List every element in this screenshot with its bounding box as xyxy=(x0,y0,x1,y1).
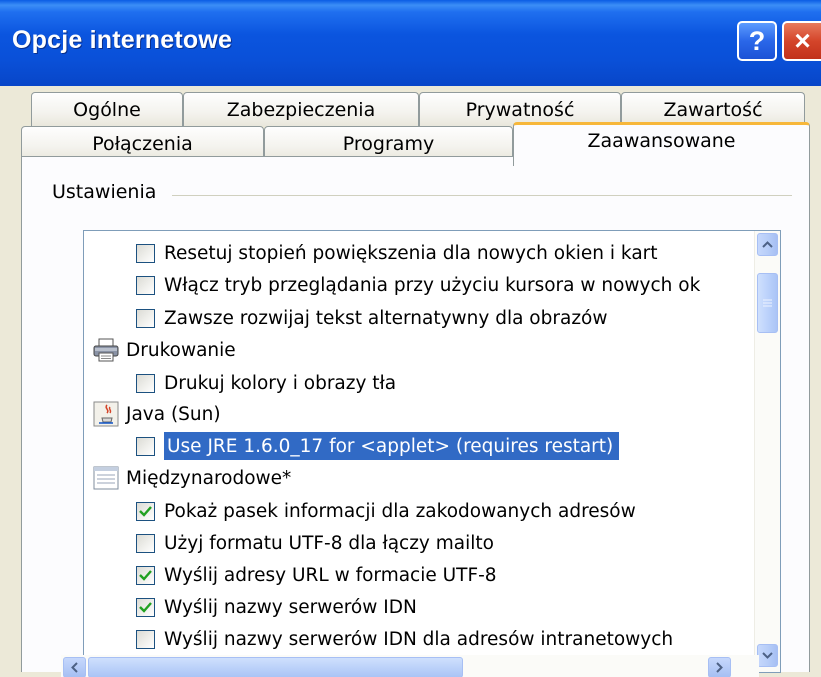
scroll-down-button[interactable] xyxy=(757,644,778,667)
checkbox[interactable] xyxy=(136,373,155,393)
tab-prywatnosc[interactable]: Prywatność xyxy=(419,92,621,126)
category-label: Drukowanie xyxy=(126,339,236,361)
vertical-scrollbar[interactable] xyxy=(754,231,780,672)
chevron-up-icon xyxy=(762,241,773,248)
advanced-tab-panel: Ustawienia Resetuj stopień powiększenia … xyxy=(21,156,810,673)
checkbox[interactable] xyxy=(136,629,155,649)
checkbox[interactable] xyxy=(136,275,155,295)
category-label: Międzynarodowe* xyxy=(126,467,292,489)
tab-ogolne[interactable]: Ogólne xyxy=(31,92,183,126)
tab-polaczenia[interactable]: Połączenia xyxy=(21,126,264,160)
list-item[interactable]: Wyślij nazwy serwerów IDN dla adresów in… xyxy=(136,624,673,654)
title-bar: Opcje internetowe ? × xyxy=(0,0,821,86)
tab-zaawansowane[interactable]: Zaawansowane xyxy=(513,122,810,166)
option-label: Zawsze rozwijaj tekst alternatywny dla o… xyxy=(164,307,608,329)
checkmark-icon xyxy=(139,570,152,581)
category-miedzynarodowe: Międzynarodowe* xyxy=(92,463,291,493)
option-label: Drukuj kolory i obrazy tła xyxy=(164,372,397,394)
help-button[interactable]: ? xyxy=(737,21,777,61)
option-label: Wyślij adresy URL w formacie UTF-8 xyxy=(164,564,497,586)
option-label: Włącz tryb przeglądania przy użyciu kurs… xyxy=(164,274,701,296)
close-button[interactable]: × xyxy=(782,21,821,61)
dialog-body: Ogólne Zabezpieczenia Prywatność Zawarto… xyxy=(0,86,821,677)
checkbox[interactable] xyxy=(136,533,155,553)
list-item[interactable]: Pokaż pasek informacji dla zakodowanych … xyxy=(136,496,636,526)
settings-group-label: Ustawienia xyxy=(52,181,165,203)
help-icon: ? xyxy=(748,25,766,56)
checkbox-checked[interactable] xyxy=(136,597,155,617)
scroll-up-button[interactable] xyxy=(757,233,778,256)
group-divider xyxy=(172,195,792,196)
scroll-left-button[interactable] xyxy=(63,657,86,677)
list-item-selected[interactable]: Use JRE 1.6.0_17 for <applet> (requires … xyxy=(136,431,620,461)
tab-zabezpieczenia[interactable]: Zabezpieczenia xyxy=(183,92,419,126)
option-label: Wyślij nazwy serwerów IDN dla adresów in… xyxy=(164,628,674,650)
option-label: Pokaż pasek informacji dla zakodowanych … xyxy=(164,500,636,522)
grip-icon xyxy=(763,299,772,307)
option-label: Wyślij nazwy serwerów IDN xyxy=(164,596,417,618)
scroll-right-button[interactable] xyxy=(708,657,731,677)
chevron-down-icon xyxy=(762,652,773,659)
checkmark-icon xyxy=(139,602,152,613)
checkbox[interactable] xyxy=(136,436,155,456)
window-title: Opcje internetowe xyxy=(12,26,233,54)
close-icon: × xyxy=(794,25,811,56)
settings-tree-list[interactable]: Resetuj stopień powiększenia dla nowych … xyxy=(83,230,781,673)
list-item[interactable]: Zawsze rozwijaj tekst alternatywny dla o… xyxy=(136,303,607,333)
java-icon xyxy=(93,401,119,427)
category-drukowanie: Drukowanie xyxy=(92,335,236,365)
scroll-thumb[interactable] xyxy=(757,273,778,333)
list-item[interactable]: Włącz tryb przeglądania przy użyciu kurs… xyxy=(136,270,700,300)
list-item[interactable]: Użyj formatu UTF-8 dla łączy mailto xyxy=(136,528,494,558)
chevron-left-icon xyxy=(71,662,78,673)
option-label-selected: Use JRE 1.6.0_17 for <applet> (requires … xyxy=(164,432,620,460)
option-label: Użyj formatu UTF-8 dla łączy mailto xyxy=(164,532,494,554)
printer-icon xyxy=(93,338,119,362)
checkmark-icon xyxy=(139,506,152,517)
chevron-right-icon xyxy=(716,662,723,673)
category-java: Java (Sun) xyxy=(92,399,221,429)
checkbox[interactable] xyxy=(136,243,155,263)
tab-programy[interactable]: Programy xyxy=(264,126,513,160)
checkbox-checked[interactable] xyxy=(136,565,155,585)
list-item[interactable]: Wyślij nazwy serwerów IDN xyxy=(136,592,417,622)
checkbox[interactable] xyxy=(136,308,155,328)
category-label: Java (Sun) xyxy=(126,403,221,425)
horizontal-scrollbar[interactable] xyxy=(61,655,759,677)
checkbox-checked[interactable] xyxy=(136,501,155,521)
list-item[interactable]: Drukuj kolory i obrazy tła xyxy=(136,368,396,398)
list-item[interactable]: Resetuj stopień powiększenia dla nowych … xyxy=(136,238,658,268)
option-label: Resetuj stopień powiększenia dla nowych … xyxy=(164,242,658,264)
horizontal-scroll-thumb[interactable] xyxy=(88,657,463,677)
list-item[interactable]: Wyślij adresy URL w formacie UTF-8 xyxy=(136,560,497,590)
tab-zawartosc[interactable]: Zawartość xyxy=(621,92,805,126)
international-icon xyxy=(93,466,119,490)
